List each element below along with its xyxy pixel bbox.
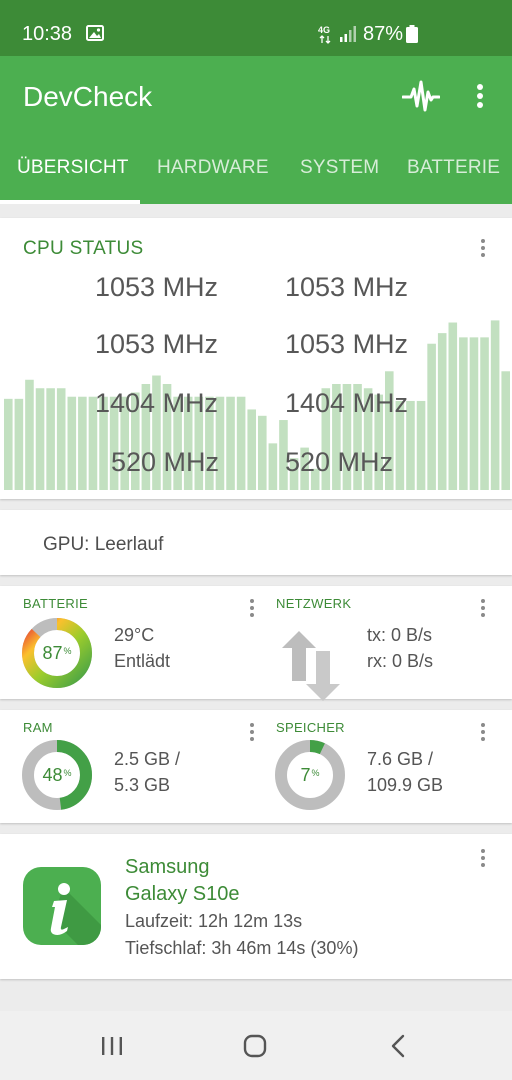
cpu-load-bar [501,371,510,490]
cpu-load-bar [416,400,426,490]
cpu-load-bar [459,337,468,490]
home-icon[interactable] [240,1031,270,1061]
info-icon [23,867,101,945]
ram-section[interactable]: RAM 48% 2.5 GB / 5.3 GB [0,710,256,823]
cpu-load-bar [437,333,447,490]
cpu-load-chart [4,320,510,490]
storage-percent-sign: % [311,768,320,778]
network-section[interactable]: NETZWERK tx: 0 B/s rx: 0 B/s [256,586,512,701]
storage-menu-icon[interactable] [479,722,487,742]
battery-section[interactable]: BATTERIE 87% 29°C Entlädt [0,586,256,699]
gpu-status: GPU: Leerlauf [43,534,164,555]
storage-ring: 7% [274,739,346,811]
cpu-core-2-freq: 1053 MHz [285,272,409,302]
tab-uebersicht[interactable]: ÜBERSICHT [17,156,129,180]
cpu-core-4-freq: 1053 MHz [285,329,409,359]
cpu-load-bar [268,443,278,490]
app-bar: DevCheck ÜBERSICHT HARDWARE SYSTEM BATTE… [0,56,512,204]
cpu-core-1-freq: 1053 MHz [95,272,219,302]
network-transfer-icon [282,631,340,701]
cpu-load-bar [427,343,436,490]
cpu-load-bar [46,388,55,490]
device-model: Galaxy S10e [125,883,240,905]
cpu-core-5-freq: 1404 MHz [95,388,219,418]
cpu-status-title: CPU STATUS [23,238,144,259]
network-title: NETZWERK [276,596,352,611]
overflow-menu-icon[interactable] [470,82,490,110]
battery-menu-icon[interactable] [248,598,256,618]
cpu-load-bar [4,398,13,490]
battery-ring: 87% [21,617,93,689]
cpu-menu-icon[interactable] [479,238,487,258]
cpu-load-bar [78,396,87,490]
storage-percent-label: 7% [274,739,346,811]
network-rx: rx: 0 B/s [367,651,434,671]
navigation-bar [0,1011,512,1080]
tab-system[interactable]: SYSTEM [300,156,379,180]
gallery-icon [86,25,104,41]
ram-menu-icon[interactable] [248,722,256,742]
tab-hardware[interactable]: HARDWARE [157,156,269,180]
cpu-core-7-freq: 520 MHz [111,447,220,477]
cpu-load-bar [67,396,77,490]
battery-percent-sign: % [63,646,72,656]
storage-used: 7.6 GB / [367,749,434,769]
battery-icon [406,25,418,43]
battery-title: BATTERIE [23,596,89,611]
ram-storage-card: RAM 48% 2.5 GB / 5.3 GB SPEICHER 7 % 7.6… [0,710,512,823]
ram-total: 5.3 GB [114,775,171,795]
tab-indicator [0,200,140,204]
network-type-text: 4G [318,25,330,35]
cpu-core-8-freq: 520 MHz [285,447,394,477]
battery-percent: 87% [363,23,404,45]
signal-icon [340,26,356,42]
pulse-icon[interactable] [402,78,440,114]
recent-apps-icon[interactable] [97,1031,127,1061]
cpu-status-card[interactable]: CPU STATUS 1053 MHz 1053 MHz 1053 MHz 10… [0,218,512,499]
network-4g-icon: 4G [318,25,331,44]
cpu-load-bar [14,398,24,490]
battery-network-card: BATTERIE 87% 29°C Entlädt NETZWERK tx: 0… [0,586,512,701]
cpu-load-bar [258,415,267,490]
device-brand: Samsung [125,856,210,878]
cpu-load-bar [480,337,489,490]
status-time: 10:38 [22,23,73,45]
device-menu-icon[interactable] [479,848,487,868]
cpu-core-3-freq: 1053 MHz [95,329,219,359]
battery-percent-number: 87 [42,642,63,663]
cpu-load-bar [25,379,34,490]
cpu-load-bar [236,396,246,490]
storage-section[interactable]: SPEICHER 7% 7.6 GB / 109.9 GB [256,710,512,823]
back-icon[interactable] [384,1031,414,1061]
gpu-card[interactable]: GPU: Leerlauf [0,510,512,575]
cpu-load-bar [469,337,479,490]
cpu-load-bar [226,396,235,490]
cpu-core-6-freq: 1404 MHz [285,388,409,418]
ram-percent-sign: % [63,768,72,778]
cpu-load-bar [247,409,256,490]
cpu-load-bar [56,388,66,490]
ram-ring: 48% [21,739,93,811]
network-menu-icon[interactable] [479,598,487,618]
ram-percent-number: 48 [42,764,63,785]
storage-percent-number: 7 [300,764,311,785]
device-card[interactable]: Samsung Galaxy S10e Laufzeit: 12h 12m 13… [0,834,512,979]
ram-percent-label: 48% [21,739,93,811]
storage-total: 109.9 GB [367,775,444,795]
app-title: DevCheck [23,81,153,112]
network-tx: tx: 0 B/s [367,625,433,645]
status-bar: 10:38 4G 87% [0,0,512,56]
cpu-load-bar [35,388,45,490]
tab-batterie[interactable]: BATTERIE [407,156,500,180]
battery-state: Entlädt [114,651,171,671]
ram-used: 2.5 GB / [114,749,181,769]
battery-temperature: 29°C [114,625,155,645]
ram-title: RAM [23,720,53,735]
storage-title: SPEICHER [276,720,345,735]
cpu-load-bar [448,322,458,490]
device-deep-sleep: Tiefschlaf: 3h 46m 14s (30%) [125,938,359,958]
battery-percent-label: 87% [21,617,93,689]
device-uptime: Laufzeit: 12h 12m 13s [125,911,303,931]
cpu-load-bar [490,320,500,490]
